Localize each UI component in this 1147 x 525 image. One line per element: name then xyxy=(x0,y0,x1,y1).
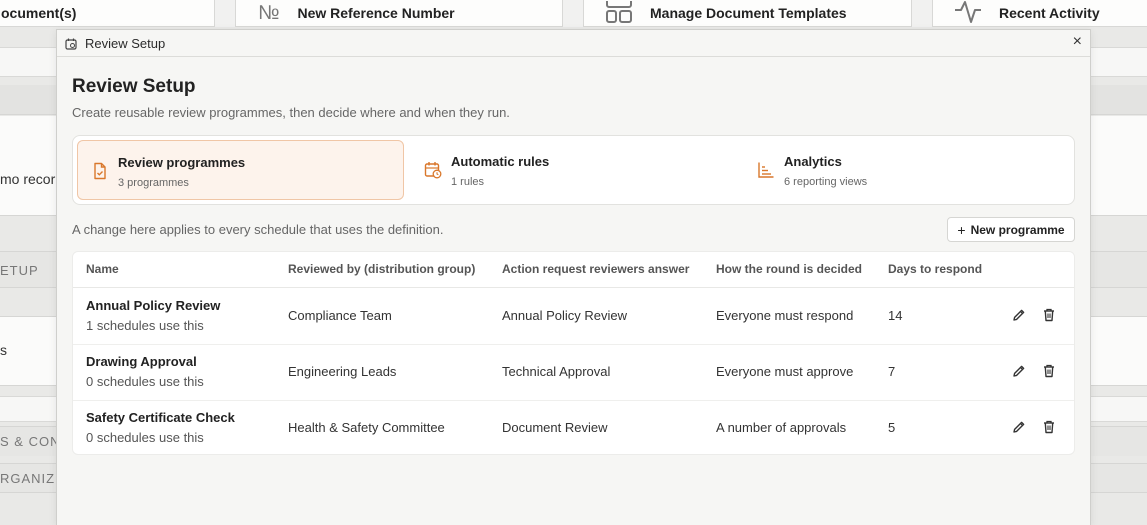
days-to-respond: 7 xyxy=(888,364,896,379)
distribution-group: Compliance Team xyxy=(288,308,392,323)
bg-card-manage-templates-label: Manage Document Templates xyxy=(650,5,847,21)
activity-icon xyxy=(953,0,983,27)
delete-icon[interactable] xyxy=(1041,363,1057,379)
table-header: Name Reviewed by (distribution group) Ac… xyxy=(73,252,1074,288)
table-row[interactable]: Drawing Approval 0 schedules use this En… xyxy=(73,344,1074,401)
delete-icon[interactable] xyxy=(1041,419,1057,435)
column-header-days[interactable]: Days to respond xyxy=(888,262,982,276)
bg-text: s xyxy=(0,342,7,358)
bg-card-manage-templates[interactable]: Manage Document Templates xyxy=(583,0,912,27)
bg-section-label: ETUP xyxy=(0,263,39,278)
calendar-clock-icon xyxy=(424,161,442,179)
bg-text: mo recor xyxy=(0,171,56,187)
days-to-respond: 5 xyxy=(888,420,896,435)
dialog-window-title: Review Setup xyxy=(85,35,166,51)
tab-count: 3 programmes xyxy=(118,177,189,189)
tab-label: Automatic rules xyxy=(451,154,550,169)
action-request: Document Review xyxy=(502,420,608,435)
programme-usage: 1 schedules use this xyxy=(86,318,204,333)
bg-section-label: RGANIZ xyxy=(0,471,56,486)
bg-card-recent-activity[interactable]: Recent Activity xyxy=(932,0,1147,27)
programme-usage: 0 schedules use this xyxy=(86,374,204,389)
delete-icon[interactable] xyxy=(1041,307,1057,323)
tab-label: Review programmes xyxy=(118,155,246,170)
days-to-respond: 14 xyxy=(888,308,903,323)
decision-rule: A number of approvals xyxy=(716,420,847,435)
programme-usage: 0 schedules use this xyxy=(86,430,204,445)
action-request: Annual Policy Review xyxy=(502,308,628,323)
table-row[interactable]: Annual Policy Review 1 schedules use thi… xyxy=(73,288,1074,345)
tab-automatic-rules[interactable]: Automatic rules 1 rules xyxy=(411,140,738,200)
distribution-group: Engineering Leads xyxy=(288,364,397,379)
decision-rule: Everyone must approve xyxy=(716,364,854,379)
tab-count: 1 rules xyxy=(451,176,485,188)
page-title: Review Setup xyxy=(72,76,196,97)
new-programme-label: New programme xyxy=(970,222,1065,237)
file-check-icon xyxy=(91,162,109,180)
calendar-icon xyxy=(65,37,77,50)
edit-icon[interactable] xyxy=(1011,363,1027,379)
plus-icon: + xyxy=(957,221,966,238)
bar-chart-icon xyxy=(757,161,775,179)
decision-rule: Everyone must respond xyxy=(716,308,854,323)
column-header-action-request[interactable]: Action request reviewers answer xyxy=(502,262,689,276)
tab-label: Analytics xyxy=(784,154,842,169)
review-setup-dialog: Review Setup × Review Setup Create reusa… xyxy=(56,29,1091,525)
close-button[interactable]: × xyxy=(1073,33,1082,51)
new-programme-button[interactable]: + New programme xyxy=(947,217,1075,242)
templates-icon xyxy=(606,0,632,26)
programmes-table: Name Reviewed by (distribution group) Ac… xyxy=(72,251,1075,455)
dialog-titlebar: Review Setup × xyxy=(57,30,1090,57)
numero-icon: № xyxy=(258,1,280,24)
tab-review-programmes[interactable]: Review programmes 3 programmes xyxy=(77,140,404,200)
column-header-reviewed-by[interactable]: Reviewed by (distribution group) xyxy=(288,262,475,276)
distribution-group: Health & Safety Committee xyxy=(288,420,445,435)
bg-card-recent-activity-label: Recent Activity xyxy=(999,5,1100,21)
action-request: Technical Approval xyxy=(502,364,611,379)
bg-section-label: S & CON xyxy=(0,434,61,449)
definition-note: A change here applies to every schedule … xyxy=(72,222,444,237)
page-subtitle: Create reusable review programmes, then … xyxy=(72,105,510,120)
bg-card-new-reference[interactable]: № New Reference Number xyxy=(235,0,563,27)
edit-icon[interactable] xyxy=(1011,307,1027,323)
programme-name: Safety Certificate Check xyxy=(86,410,235,425)
programme-name: Annual Policy Review xyxy=(86,298,221,313)
programme-name: Drawing Approval xyxy=(86,354,197,369)
tab-count: 6 reporting views xyxy=(784,176,868,188)
bg-card-documents-label: ocument(s) xyxy=(1,5,77,21)
column-header-name[interactable]: Name xyxy=(86,262,119,276)
edit-icon[interactable] xyxy=(1011,419,1027,435)
tab-analytics[interactable]: Analytics 6 reporting views xyxy=(744,140,1071,200)
section-tabs: Review programmes 3 programmes Automatic… xyxy=(72,135,1075,205)
column-header-decided[interactable]: How the round is decided xyxy=(716,262,862,276)
table-row[interactable]: Safety Certificate Check 0 schedules use… xyxy=(73,400,1074,456)
bg-card-new-reference-label: New Reference Number xyxy=(297,5,455,21)
bg-card-documents[interactable]: ocument(s) xyxy=(0,0,215,27)
